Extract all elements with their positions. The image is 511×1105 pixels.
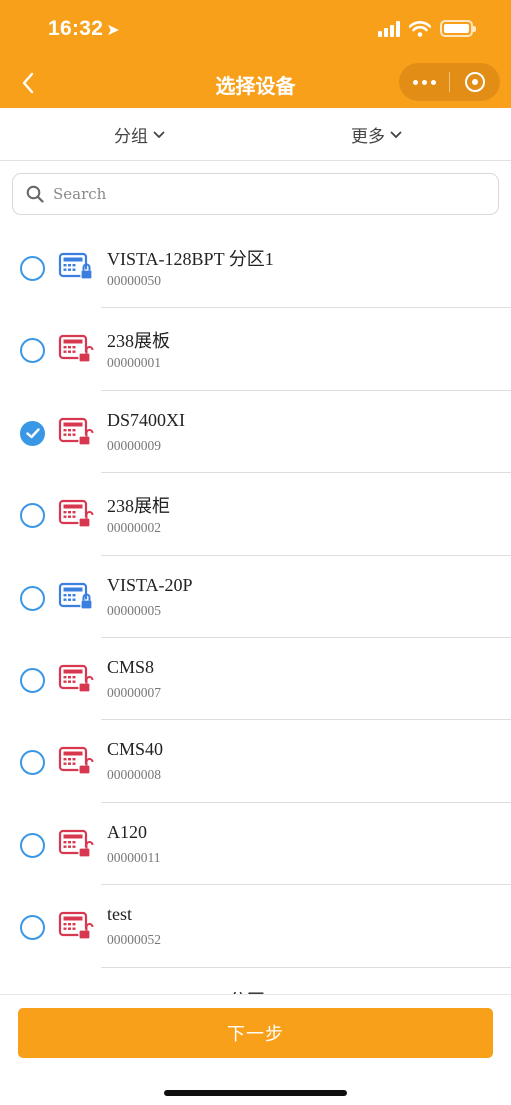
radio-unchecked-icon[interactable] [20, 832, 45, 858]
radio-unchecked-icon[interactable] [20, 338, 45, 364]
panel-unlock-red-icon [58, 747, 94, 775]
target-icon [465, 72, 485, 92]
radio-unchecked-icon[interactable] [20, 256, 45, 281]
panel-unlock-red-icon [58, 417, 94, 446]
signal-icon [378, 20, 400, 37]
device-row[interactable]: test 00000052 [0, 885, 511, 968]
bottom-bar: 下一步 [0, 994, 511, 1105]
device-code: 00000011 [107, 849, 161, 865]
device-row[interactable]: DS7400XI 00000009 [0, 391, 511, 474]
device-code: 00000052 [107, 932, 161, 948]
battery-icon [440, 20, 476, 37]
radio-unchecked-icon[interactable] [20, 585, 45, 611]
device-name: 238展柜 [107, 496, 170, 517]
location-arrow-icon: ➤ [106, 22, 120, 39]
radio-checked-icon[interactable] [20, 420, 45, 446]
device-name: CMS8 [107, 656, 155, 677]
more-filter-button[interactable]: 更多 [351, 122, 402, 147]
panel-unlock-red-icon [58, 664, 94, 693]
panel-lock-blue-icon [58, 252, 93, 280]
device-code: 00000007 [107, 684, 161, 700]
chevron-down-icon [153, 131, 165, 138]
device-name: test [107, 904, 132, 925]
device-code: 00000002 [107, 520, 161, 536]
device-name: DS7400XI [107, 409, 186, 430]
status-time: 16:32 ➤ [48, 17, 120, 40]
device-row[interactable]: VISTA-128BPT 分区1 00000050 [0, 226, 511, 309]
filter-bar: 分组 更多 [0, 108, 511, 161]
panel-lock-blue-icon [58, 582, 93, 610]
device-name: VISTA-128BPT 分区2 [107, 987, 274, 994]
panel-unlock-red-icon [58, 829, 94, 858]
status-icons [378, 20, 476, 37]
device-row[interactable]: VISTA-20P 00000005 [0, 556, 511, 638]
device-row[interactable]: VISTA-128BPT 分区2 [0, 968, 511, 994]
device-code: 00000050 [107, 273, 161, 288]
device-name: VISTA-128BPT 分区1 [107, 249, 274, 269]
search-input[interactable] [53, 185, 473, 203]
device-code: 00000009 [107, 437, 161, 453]
next-step-button[interactable]: 下一步 [18, 1008, 493, 1058]
search-icon [26, 185, 44, 203]
device-list: VISTA-128BPT 分区1 00000050 238展板 00000001 DS7… [0, 226, 511, 994]
more-filter-label: 更多 [351, 127, 385, 146]
chevron-down-icon [390, 131, 402, 138]
home-indicator [164, 1090, 347, 1096]
group-filter-label: 分组 [114, 127, 148, 146]
wifi-icon [409, 20, 431, 37]
search-box[interactable] [12, 173, 499, 215]
group-filter-button[interactable]: 分组 [114, 122, 165, 147]
device-code: 00000008 [107, 767, 161, 783]
panel-unlock-red-icon [58, 912, 94, 940]
device-row[interactable]: CMS8 00000007 [0, 638, 511, 721]
radio-unchecked-icon[interactable] [20, 503, 45, 529]
device-name: CMS40 [107, 739, 164, 760]
device-code: 00000001 [107, 355, 161, 371]
more-button[interactable] [399, 63, 449, 101]
top-bar: 16:32 ➤ 选择设备 [0, 0, 511, 108]
device-code: 00000005 [107, 602, 161, 618]
device-name: VISTA-20P [107, 574, 193, 595]
device-row[interactable]: CMS40 00000008 [0, 720, 511, 803]
menu-capsule [399, 63, 500, 101]
panel-unlock-red-icon [58, 335, 94, 363]
device-row[interactable]: A120 00000011 [0, 803, 511, 886]
device-name: 238展板 [107, 331, 170, 352]
device-row[interactable]: 238展柜 00000002 [0, 473, 511, 556]
close-miniprogram-button[interactable] [450, 63, 500, 101]
more-dots-icon [412, 79, 436, 85]
device-name: A120 [107, 821, 147, 842]
radio-unchecked-icon[interactable] [20, 915, 45, 941]
panel-unlock-red-icon [58, 500, 94, 528]
device-row[interactable]: 238展板 00000001 [0, 308, 511, 391]
radio-unchecked-icon[interactable] [20, 750, 45, 776]
radio-unchecked-icon[interactable] [20, 667, 45, 693]
